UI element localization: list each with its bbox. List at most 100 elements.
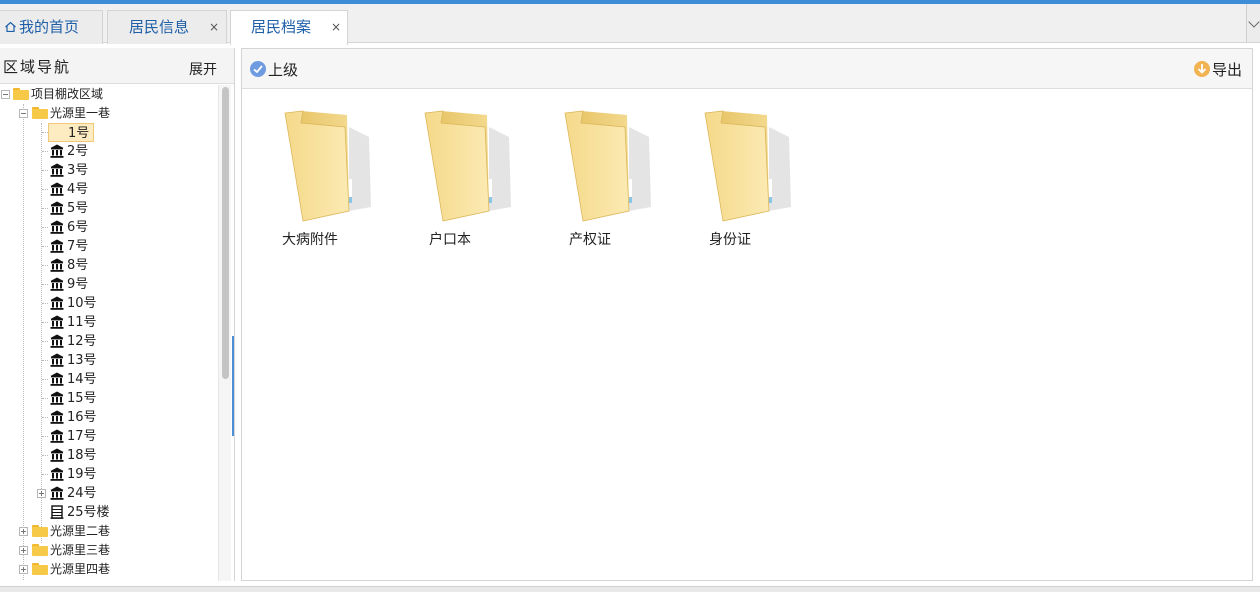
tree-node-label: 18号: [67, 448, 97, 463]
bank-icon: [50, 201, 64, 215]
tab-home-label: 我的首页: [19, 18, 80, 36]
tree-guide-line: [42, 379, 48, 380]
bank-icon: [50, 163, 64, 177]
expand-button[interactable]: 展开: [189, 59, 217, 79]
tree-node-building-25[interactable]: 25号楼: [0, 503, 218, 522]
region-nav-panel: 区域导航 展开 项目棚改区域 光源里一巷 1号 2号 3号 4号 5号 6号 7号 8号 9号 1…: [0, 48, 235, 581]
tree-node-house[interactable]: 7号: [0, 237, 218, 256]
tree-node-label: 10号: [67, 296, 97, 311]
tab-resident-archive[interactable]: 居民档案 ×: [230, 10, 348, 45]
bank-icon: [50, 315, 64, 329]
tree-guide-line: [42, 455, 48, 456]
folder-icon: [704, 110, 791, 222]
tree-node-house[interactable]: 2号: [0, 142, 218, 161]
tree-node-label: 8号: [67, 258, 89, 273]
bank-icon: [50, 220, 64, 234]
tree-node-house[interactable]: 9号: [0, 275, 218, 294]
tree-node-house[interactable]: 15号: [0, 389, 218, 408]
tree-node-house[interactable]: 13号: [0, 351, 218, 370]
tree-node-label: 光源里一巷: [50, 106, 111, 120]
chevron-down-icon: [1248, 16, 1260, 28]
tab-resident-info-label: 居民信息: [129, 18, 190, 36]
tree-node-house[interactable]: 3号: [0, 161, 218, 180]
expand-toggle[interactable]: [19, 527, 28, 536]
tree-node-label: 3号: [67, 163, 89, 178]
panel-splitter[interactable]: [232, 336, 234, 436]
folder-item[interactable]: 大病附件: [260, 107, 380, 257]
tree-node-lane-4[interactable]: 光源里四巷: [0, 560, 218, 579]
tree-scrollbar[interactable]: [218, 85, 231, 581]
tree-guide-line: [42, 303, 48, 304]
tree-node-house[interactable]: 24号: [0, 484, 218, 503]
tree-node-label: 6号: [67, 220, 89, 235]
close-icon[interactable]: ×: [209, 11, 219, 43]
tree-node-lane-1[interactable]: 光源里一巷: [0, 104, 218, 123]
tree-node-label: 光源里三巷: [50, 543, 111, 557]
folder-icon: [32, 544, 48, 556]
tree-node-label: 光源里四巷: [50, 562, 111, 576]
collapse-toggle[interactable]: [1, 90, 10, 99]
tree-node-lane-2[interactable]: 光源里二巷: [0, 522, 218, 541]
tree-node-house[interactable]: 6号: [0, 218, 218, 237]
tree-node-label: 14号: [67, 372, 97, 387]
tree-guide-line: [42, 360, 48, 361]
tree-node-house[interactable]: 16号: [0, 408, 218, 427]
collapse-toggle[interactable]: [19, 109, 28, 118]
tab-home[interactable]: 我的首页: [0, 10, 103, 44]
folder-label: 户口本: [429, 232, 471, 248]
tree-node-label: 2号: [67, 144, 89, 159]
tree-guide-line: [42, 246, 48, 247]
bank-icon: [50, 239, 64, 253]
tab-scroll-button[interactable]: [1246, 4, 1260, 42]
tree-node-house[interactable]: 4号: [0, 180, 218, 199]
expand-toggle[interactable]: [37, 489, 46, 498]
tree-guide-line: [42, 341, 48, 342]
bank-icon: [50, 372, 64, 386]
download-icon: [1194, 61, 1210, 77]
folder-item[interactable]: 身份证: [680, 107, 800, 257]
folder-item[interactable]: 产权证: [540, 107, 660, 257]
tab-resident-info[interactable]: 居民信息 ×: [107, 10, 227, 44]
tree-node-label: 项目棚改区域: [31, 87, 104, 101]
tab-strip: 我的首页 居民信息 × 居民档案 ×: [0, 4, 1260, 45]
folder-label: 身份证: [709, 232, 751, 248]
tree-node-label: 9号: [67, 277, 89, 292]
tree-guide-line: [42, 284, 48, 285]
tree-node-house[interactable]: 11号: [0, 313, 218, 332]
tree-scrollbar-thumb[interactable]: [222, 87, 229, 379]
tree-node-house[interactable]: 18号: [0, 446, 218, 465]
folder-item[interactable]: 户口本: [400, 107, 520, 257]
tree-node-label: 7号: [67, 239, 89, 254]
tree-node-label: 15号: [67, 391, 97, 406]
archive-main-panel: 上级 导出 大病附件 户口本 产权证 身份证: [241, 48, 1253, 581]
tree-node-label: 12号: [67, 334, 97, 349]
tree-node-house[interactable]: 12号: [0, 332, 218, 351]
tree-node-lane-3[interactable]: 光源里三巷: [0, 541, 218, 560]
tree-guide-line: [42, 322, 48, 323]
export-label: 导出: [1212, 61, 1243, 79]
archive-toolbar: 上级 导出: [242, 49, 1252, 89]
tree-node-root[interactable]: 项目棚改区域: [0, 85, 218, 104]
tree-node-house[interactable]: 1号: [0, 123, 218, 142]
close-icon[interactable]: ×: [331, 11, 341, 43]
tree-node-house[interactable]: 10号: [0, 294, 218, 313]
tree-node-house[interactable]: 19号: [0, 465, 218, 484]
tree-node-label: 光源里二巷: [50, 524, 111, 538]
tree-node-label: 1号: [48, 123, 95, 142]
tree-node-label: 11号: [67, 315, 97, 330]
tree-node-house[interactable]: 14号: [0, 370, 218, 389]
bank-icon: [50, 410, 64, 424]
tree-guide-line: [42, 227, 48, 228]
expand-toggle[interactable]: [19, 565, 28, 574]
tree-guide-line: [42, 436, 48, 437]
tree-node-house[interactable]: 5号: [0, 199, 218, 218]
tree-node-house[interactable]: 8号: [0, 256, 218, 275]
bank-icon: [50, 277, 64, 291]
status-strip: [0, 586, 1260, 592]
expand-toggle[interactable]: [19, 546, 28, 555]
folder-icon: [32, 525, 48, 537]
tree-guide-line: [42, 151, 48, 152]
bank-icon: [50, 258, 64, 272]
tree-node-house[interactable]: 17号: [0, 427, 218, 446]
up-level-icon: [250, 61, 266, 77]
